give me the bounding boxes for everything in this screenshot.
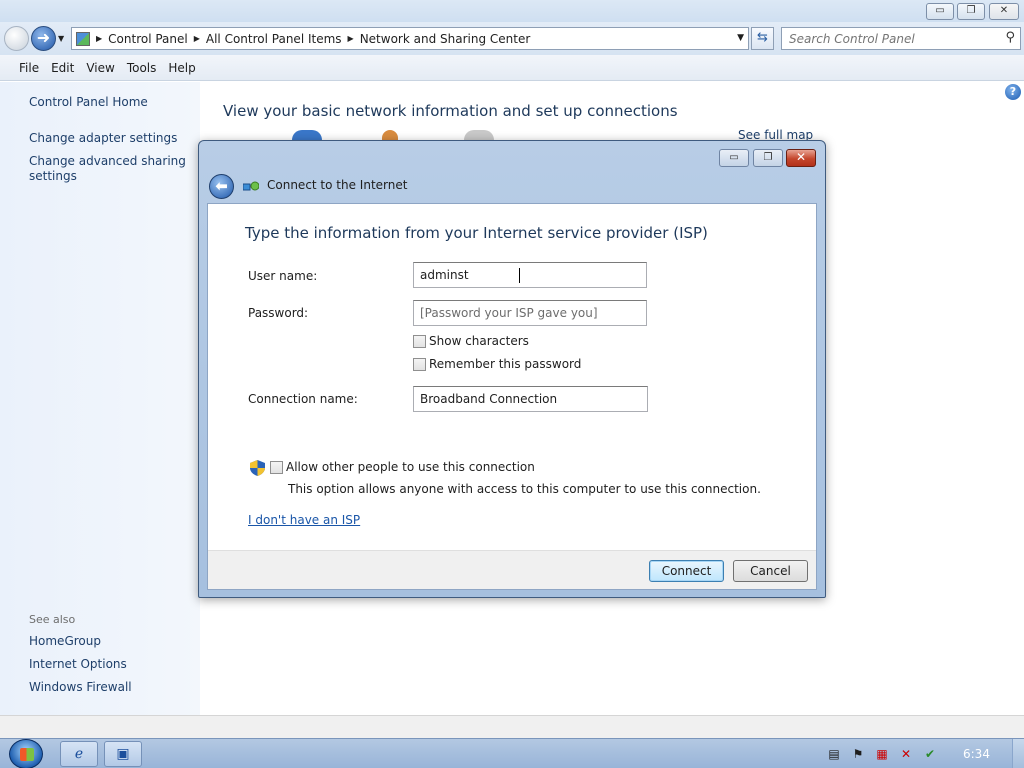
flag-icon[interactable]: ⚑ (850, 746, 866, 762)
window-titlebar: ▭ ❐ ✕ (0, 0, 1024, 22)
network-connection-icon (243, 181, 259, 191)
chevron-down-icon[interactable]: ▼ (737, 33, 744, 43)
page-title: View your basic network information and … (223, 102, 678, 120)
allow-others-checkbox[interactable] (270, 460, 283, 474)
menu-file[interactable]: File (13, 61, 45, 75)
connection-name-field[interactable] (413, 386, 648, 412)
close-icon: ✕ (795, 150, 807, 164)
dialog-close-button[interactable]: ✕ (786, 149, 816, 167)
forward-button[interactable]: ➜ (31, 26, 56, 51)
password-label: Password: (248, 306, 309, 320)
sidebar-item-homegroup[interactable]: HomeGroup (29, 634, 189, 649)
remember-password-checkbox[interactable] (413, 357, 426, 371)
sidebar-item-control-panel-home[interactable]: Control Panel Home (29, 95, 189, 110)
connect-button[interactable]: Connect (649, 560, 724, 582)
close-button[interactable]: ✕ (989, 3, 1019, 20)
document-icon[interactable]: ▤ (826, 746, 842, 762)
sidebar-item-windows-firewall[interactable]: Windows Firewall (29, 680, 189, 695)
remember-password-option[interactable]: Remember this password (413, 357, 581, 371)
chevron-right-icon[interactable]: ▶ (348, 34, 354, 43)
control-panel-icon (76, 31, 90, 46)
dialog-maximize-button[interactable]: ❐ (753, 149, 783, 167)
allow-others-label: Allow other people to use this connectio… (286, 460, 535, 474)
username-label: User name: (248, 269, 318, 283)
breadcrumb-all-items[interactable]: All Control Panel Items (206, 32, 342, 46)
breadcrumb-control-panel[interactable]: Control Panel (108, 32, 188, 46)
sidebar-item-internet-options[interactable]: Internet Options (29, 657, 189, 672)
chevron-right-icon[interactable]: ▶ (96, 34, 102, 43)
chevron-right-icon[interactable]: ▶ (194, 34, 200, 43)
password-field[interactable] (413, 300, 647, 326)
maximize-icon: ❐ (763, 152, 773, 163)
allow-others-option[interactable]: Allow other people to use this connectio… (270, 460, 535, 474)
dialog-footer: Connect Cancel (208, 550, 816, 589)
address-box[interactable]: ▶ Control Panel ▶ All Control Panel Item… (71, 27, 749, 50)
search-icon[interactable]: ⚲ (1005, 30, 1015, 45)
search-input[interactable] (782, 28, 992, 49)
minimize-icon: ▭ (935, 5, 945, 16)
see-also-label: See also (29, 613, 76, 626)
clock[interactable]: 6:34 (963, 747, 990, 761)
cancel-button[interactable]: Cancel (733, 560, 808, 582)
show-characters-option[interactable]: Show characters (413, 334, 529, 348)
show-characters-checkbox[interactable] (413, 334, 426, 348)
sidebar-item-adapter-settings[interactable]: Change adapter settings (29, 131, 189, 146)
menu-tools[interactable]: Tools (121, 61, 163, 75)
dialog-back-button[interactable]: ⬅ (209, 174, 234, 199)
menu-bar: File Edit View Tools Help (0, 55, 1024, 81)
remember-password-label: Remember this password (429, 357, 582, 371)
taskbar-control-panel[interactable]: ▣ (104, 741, 142, 767)
security-check-icon[interactable]: ✔ (922, 746, 938, 762)
forward-arrow-icon: ➜ (36, 28, 51, 47)
refresh-icon: ⇆ (757, 30, 768, 45)
no-isp-link[interactable]: I don't have an ISP (248, 513, 360, 527)
system-tray: ▤ ⚑ ▦ ✕ ✔ (818, 739, 1024, 768)
dialog-title: Connect to the Internet (267, 178, 408, 192)
status-bar (0, 715, 1024, 738)
sidebar: Control Panel Home Change adapter settin… (0, 82, 200, 715)
back-button[interactable] (4, 26, 29, 51)
breadcrumb-network-sharing[interactable]: Network and Sharing Center (360, 32, 531, 46)
taskbar-internet-explorer[interactable]: ℯ (60, 741, 98, 767)
connect-internet-dialog: ▭ ❐ ✕ ⬅ Connect to the Internet Type the… (198, 140, 826, 598)
restore-icon: ❐ (966, 5, 976, 16)
minimize-button[interactable]: ▭ (926, 3, 954, 20)
network-error-icon[interactable]: ▦ (874, 746, 890, 762)
refresh-button[interactable]: ⇆ (751, 27, 774, 50)
dialog-body: Type the information from your Internet … (207, 203, 817, 590)
dialog-minimize-button[interactable]: ▭ (719, 149, 749, 167)
taskbar: ℯ ▣ ▤ ⚑ ▦ ✕ ✔ 6:34 (0, 738, 1024, 768)
minimize-icon: ▭ (729, 152, 739, 163)
recent-pages-dropdown[interactable]: ▼ (58, 34, 64, 43)
back-arrow-icon: ⬅ (215, 177, 228, 195)
dialog-heading: Type the information from your Internet … (245, 224, 708, 242)
username-field[interactable] (413, 262, 647, 288)
help-icon[interactable]: ? (1005, 84, 1021, 100)
sidebar-item-advanced-sharing[interactable]: Change advanced sharing settings (29, 154, 189, 184)
menu-view[interactable]: View (80, 61, 120, 75)
allow-others-note: This option allows anyone with access to… (288, 482, 761, 496)
close-icon: ✕ (999, 5, 1009, 16)
start-button[interactable] (9, 739, 43, 768)
menu-edit[interactable]: Edit (45, 61, 80, 75)
search-box: ⚲ (781, 27, 1021, 50)
internet-explorer-icon: ℯ (74, 746, 84, 762)
restore-button[interactable]: ❐ (957, 3, 985, 20)
text-cursor (519, 268, 525, 283)
menu-help[interactable]: Help (162, 61, 201, 75)
windows-logo-icon (20, 748, 34, 761)
show-characters-label: Show characters (429, 334, 529, 348)
show-desktop-button[interactable] (1012, 739, 1024, 768)
uac-shield-icon (250, 460, 265, 476)
control-panel-icon: ▣ (116, 746, 130, 762)
connection-name-label: Connection name: (248, 392, 358, 406)
volume-muted-icon[interactable]: ✕ (898, 746, 914, 762)
address-toolbar: ➜ ▼ ▶ Control Panel ▶ All Control Panel … (0, 22, 1024, 55)
